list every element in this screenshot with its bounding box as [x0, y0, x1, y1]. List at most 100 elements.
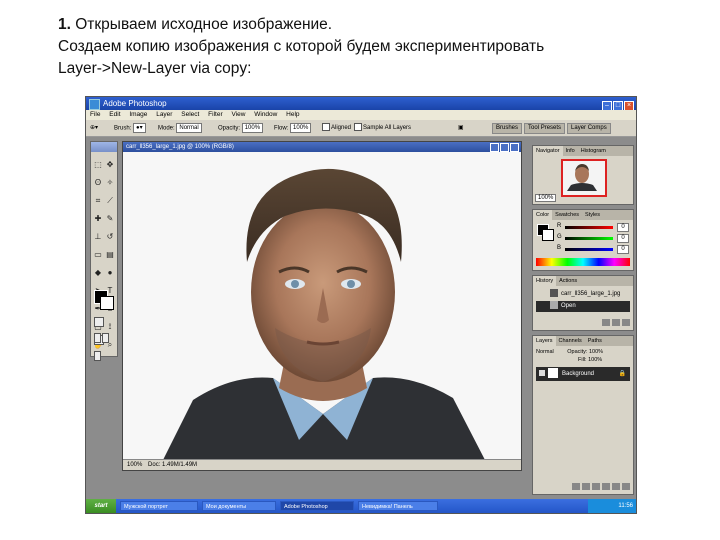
blue-value[interactable]: 0 — [617, 245, 629, 254]
color-panel: Color Swatches Styles R 0 G 0 B 0 — [532, 209, 634, 271]
tab-navigator[interactable]: Navigator — [533, 146, 563, 156]
snapshot-thumb-icon — [550, 289, 558, 298]
tab-layer-comps[interactable]: Layer Comps — [567, 123, 611, 134]
mode-select[interactable]: Mode: Normal — [158, 123, 202, 133]
tab-swatches[interactable]: Swatches — [552, 210, 582, 220]
tab-actions[interactable]: Actions — [556, 276, 580, 286]
document-canvas[interactable] — [123, 152, 521, 460]
gradient-tool-icon[interactable]: ▤ — [105, 250, 115, 260]
screen-mode-full-menu-icon[interactable] — [102, 333, 109, 343]
tab-tool-presets[interactable]: Tool Presets — [524, 123, 566, 134]
layer-opacity[interactable]: Opacity: 100% — [567, 349, 603, 355]
screen-mode-standard-icon[interactable] — [94, 333, 101, 343]
color-spectrum[interactable] — [536, 258, 630, 266]
folder-icon[interactable] — [602, 483, 610, 490]
slide-caption: 1. Открываем исходное изображение. Созда… — [58, 14, 698, 80]
menu-window[interactable]: Window — [254, 111, 277, 118]
clone-stamp-icon[interactable]: ⊥ — [93, 232, 103, 242]
blend-mode-select[interactable]: Normal — [536, 349, 554, 355]
menu-view[interactable]: View — [231, 111, 245, 118]
tool-preset-icon[interactable]: ⊕▾ — [90, 123, 98, 133]
link-icon[interactable] — [572, 483, 580, 490]
tab-brushes[interactable]: Brushes — [492, 123, 523, 134]
tab-styles[interactable]: Styles — [582, 210, 603, 220]
workspace: ⬚✥ ʘ✧ ⌗⟋ ✚✎ ⊥↺ ▭▤ ◆● ➤T ✒■ ▢⟟ ✋⌕ carr_ll… — [86, 137, 636, 500]
caption-step-number: 1. — [58, 16, 71, 33]
layers-panel: Layers Channels Paths Normal Opacity: 100%… — [532, 335, 634, 495]
green-slider[interactable] — [565, 237, 613, 240]
document-zoom[interactable]: 100% — [127, 462, 142, 468]
slice-tool-icon[interactable]: ⟋ — [105, 196, 115, 206]
magic-wand-icon[interactable]: ✧ — [105, 178, 115, 188]
move-tool-icon[interactable]: ✥ — [105, 160, 115, 170]
brush-picker[interactable]: Brush: ●▾ — [114, 123, 146, 133]
layer-row-background[interactable]: Background 🔒 — [536, 367, 630, 381]
flow-field[interactable]: Flow: 100% — [274, 123, 312, 133]
start-button[interactable]: start — [86, 499, 116, 513]
red-slider[interactable] — [565, 226, 613, 229]
delete-layer-icon[interactable] — [622, 483, 630, 490]
menu-file[interactable]: File — [90, 111, 100, 118]
marquee-tool-icon[interactable]: ⬚ — [93, 160, 103, 170]
document-titlebar[interactable]: carr_ll356_large_1.jpg @ 100% (RGB/8) — [123, 142, 521, 152]
new-layer-icon[interactable] — [612, 483, 620, 490]
green-value[interactable]: 0 — [617, 234, 629, 243]
tab-layers[interactable]: Layers — [533, 336, 556, 346]
tab-history[interactable]: History — [533, 276, 557, 286]
menu-help[interactable]: Help — [286, 111, 299, 118]
layer-controls: Normal Opacity: 100% Fill: 100% — [536, 348, 630, 364]
doc-maximize-icon[interactable] — [500, 143, 509, 152]
layers-buttons — [570, 483, 630, 492]
toolbox-header[interactable] — [91, 142, 117, 152]
red-value[interactable]: 0 — [617, 223, 629, 232]
menu-filter[interactable]: Filter — [208, 111, 222, 118]
menu-edit[interactable]: Edit — [109, 111, 120, 118]
blur-tool-icon[interactable]: ◆ — [93, 268, 103, 278]
tab-color[interactable]: Color — [533, 210, 553, 220]
task-panel[interactable]: Невидимка! Панель — [358, 501, 438, 511]
tab-channels[interactable]: Channels — [556, 336, 585, 346]
doc-close-icon[interactable] — [510, 143, 519, 152]
history-snapshot[interactable]: carr_ll356_large_1.jpg — [536, 289, 630, 300]
sample-all-checkbox[interactable]: Sample All Layers — [354, 123, 411, 133]
color-bg-swatch[interactable] — [542, 229, 554, 241]
document-status-bar: 100% Doc: 1.49M/1.49M — [123, 459, 521, 470]
dodge-tool-icon[interactable]: ● — [105, 268, 115, 278]
new-snapshot-icon[interactable] — [612, 319, 620, 326]
eraser-tool-icon[interactable]: ▭ — [93, 250, 103, 260]
tab-info[interactable]: Info — [563, 146, 578, 156]
app-title: Adobe Photoshop — [103, 99, 167, 108]
lasso-tool-icon[interactable]: ʘ — [93, 178, 103, 188]
screen-mode-full-icon[interactable] — [94, 351, 101, 361]
blue-slider[interactable] — [565, 248, 613, 251]
brush-tool-icon[interactable]: ✎ — [105, 214, 115, 224]
menu-select[interactable]: Select — [181, 111, 199, 118]
toolbox: ⬚✥ ʘ✧ ⌗⟋ ✚✎ ⊥↺ ▭▤ ◆● ➤T ✒■ ▢⟟ ✋⌕ — [90, 141, 118, 361]
crop-tool-icon[interactable]: ⌗ — [93, 196, 103, 206]
navigator-zoom-field[interactable]: 100% — [535, 194, 557, 202]
layer-fill[interactable]: Fill: 100% — [578, 357, 602, 363]
mask-icon[interactable] — [592, 483, 600, 490]
tab-paths[interactable]: Paths — [585, 336, 605, 346]
menu-image[interactable]: Image — [129, 111, 147, 118]
task-portrait[interactable]: Мужской портрет — [120, 501, 198, 511]
tab-histogram[interactable]: Histogram — [578, 146, 609, 156]
opacity-field[interactable]: Opacity: 100% — [218, 123, 264, 133]
standard-mode-icon[interactable] — [94, 317, 104, 327]
history-brush-icon[interactable]: ↺ — [105, 232, 115, 242]
new-document-icon[interactable] — [602, 319, 610, 326]
doc-minimize-icon[interactable] — [490, 143, 499, 152]
aligned-checkbox[interactable]: Aligned — [322, 123, 351, 133]
eye-icon[interactable] — [539, 370, 545, 377]
fx-icon[interactable] — [582, 483, 590, 490]
healing-brush-icon[interactable]: ✚ — [93, 214, 103, 224]
background-color-swatch[interactable] — [100, 296, 114, 310]
history-state-open[interactable]: Open — [536, 301, 630, 312]
trash-icon[interactable] — [622, 319, 630, 326]
history-buttons — [600, 319, 630, 328]
navigator-thumbnail[interactable] — [561, 159, 607, 197]
task-photoshop[interactable]: Adobe Photoshop — [280, 501, 354, 511]
palette-well-icon[interactable]: ▣ — [458, 123, 464, 133]
menu-layer[interactable]: Layer — [156, 111, 172, 118]
task-documents[interactable]: Мои документы — [202, 501, 276, 511]
